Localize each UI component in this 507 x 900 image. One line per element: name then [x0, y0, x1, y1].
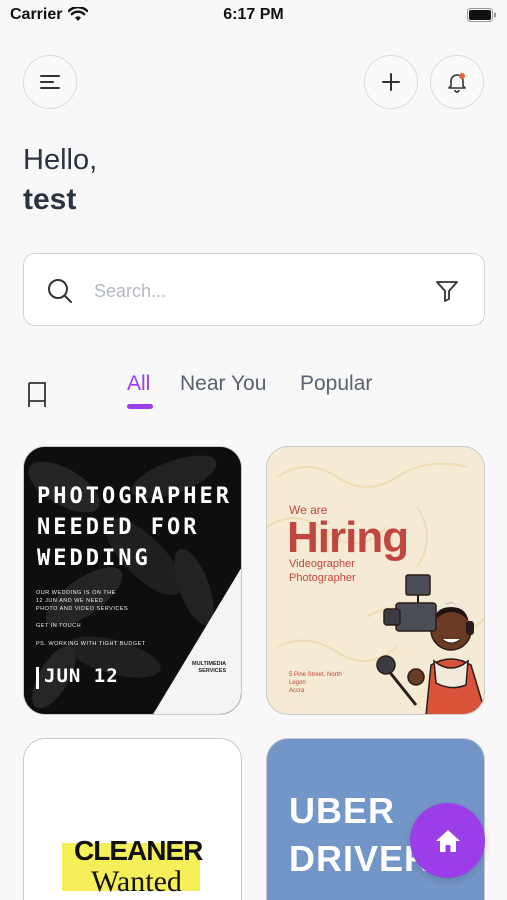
battery-icon [467, 8, 496, 22]
plus-icon [382, 73, 400, 91]
card-note-text: PS. WORKING WITH TIGHT BUDGET [36, 641, 146, 647]
card-date: JUN 12 [44, 665, 119, 687]
menu-icon [40, 75, 60, 89]
tab-all[interactable]: All [127, 372, 150, 396]
filter-icon[interactable] [434, 278, 460, 304]
post-card-cleaner[interactable]: CLEANER Wanted [23, 738, 242, 900]
tab-near-you[interactable]: Near You [180, 372, 266, 396]
menu-button[interactable] [23, 55, 77, 109]
active-tab-indicator [127, 404, 153, 409]
videographer-illustration [376, 574, 484, 714]
greeting-text: Hello, [23, 144, 98, 176]
post-card-hiring[interactable]: We are Hiring Videographer Photographer … [266, 446, 485, 715]
post-card-photographer[interactable]: PHOTOGRAPHER NEEDED FOR WEDDING OUR WEDD… [23, 446, 242, 715]
add-post-button[interactable] [364, 55, 418, 109]
card-subtitle: Wanted [91, 865, 182, 898]
status-bar: Carrier 6:17 PM [0, 0, 507, 32]
search-input[interactable] [94, 276, 414, 306]
bell-icon [448, 73, 466, 93]
card-title: Hiring [287, 513, 409, 562]
bookmark-icon[interactable] [27, 381, 47, 409]
tab-popular[interactable]: Popular [300, 372, 372, 396]
card-services-text: MULTIMEDIA SERVICES [192, 661, 227, 674]
status-time: 6:17 PM [223, 6, 284, 23]
card-roles-text: Videographer Photographer [289, 558, 356, 584]
notification-dot [459, 73, 465, 79]
card-body-text: OUR WEDDING IS ON THE 12 JUN AND WE NEED… [36, 590, 129, 612]
search-icon [48, 279, 72, 303]
card-address-text: 5 Pine Street, North Legon Accra [289, 672, 342, 694]
card-title: PHOTOGRAPHER NEEDED FOR WEDDING [37, 484, 232, 571]
card-title: CLEANER [74, 835, 203, 866]
home-icon [435, 829, 460, 852]
username-text: test [23, 183, 77, 216]
notifications-button[interactable] [430, 55, 484, 109]
home-button[interactable] [410, 803, 485, 878]
date-marker [36, 667, 39, 689]
search-bar [23, 253, 485, 326]
card-contact-text: GET IN TOUCH [36, 623, 82, 629]
